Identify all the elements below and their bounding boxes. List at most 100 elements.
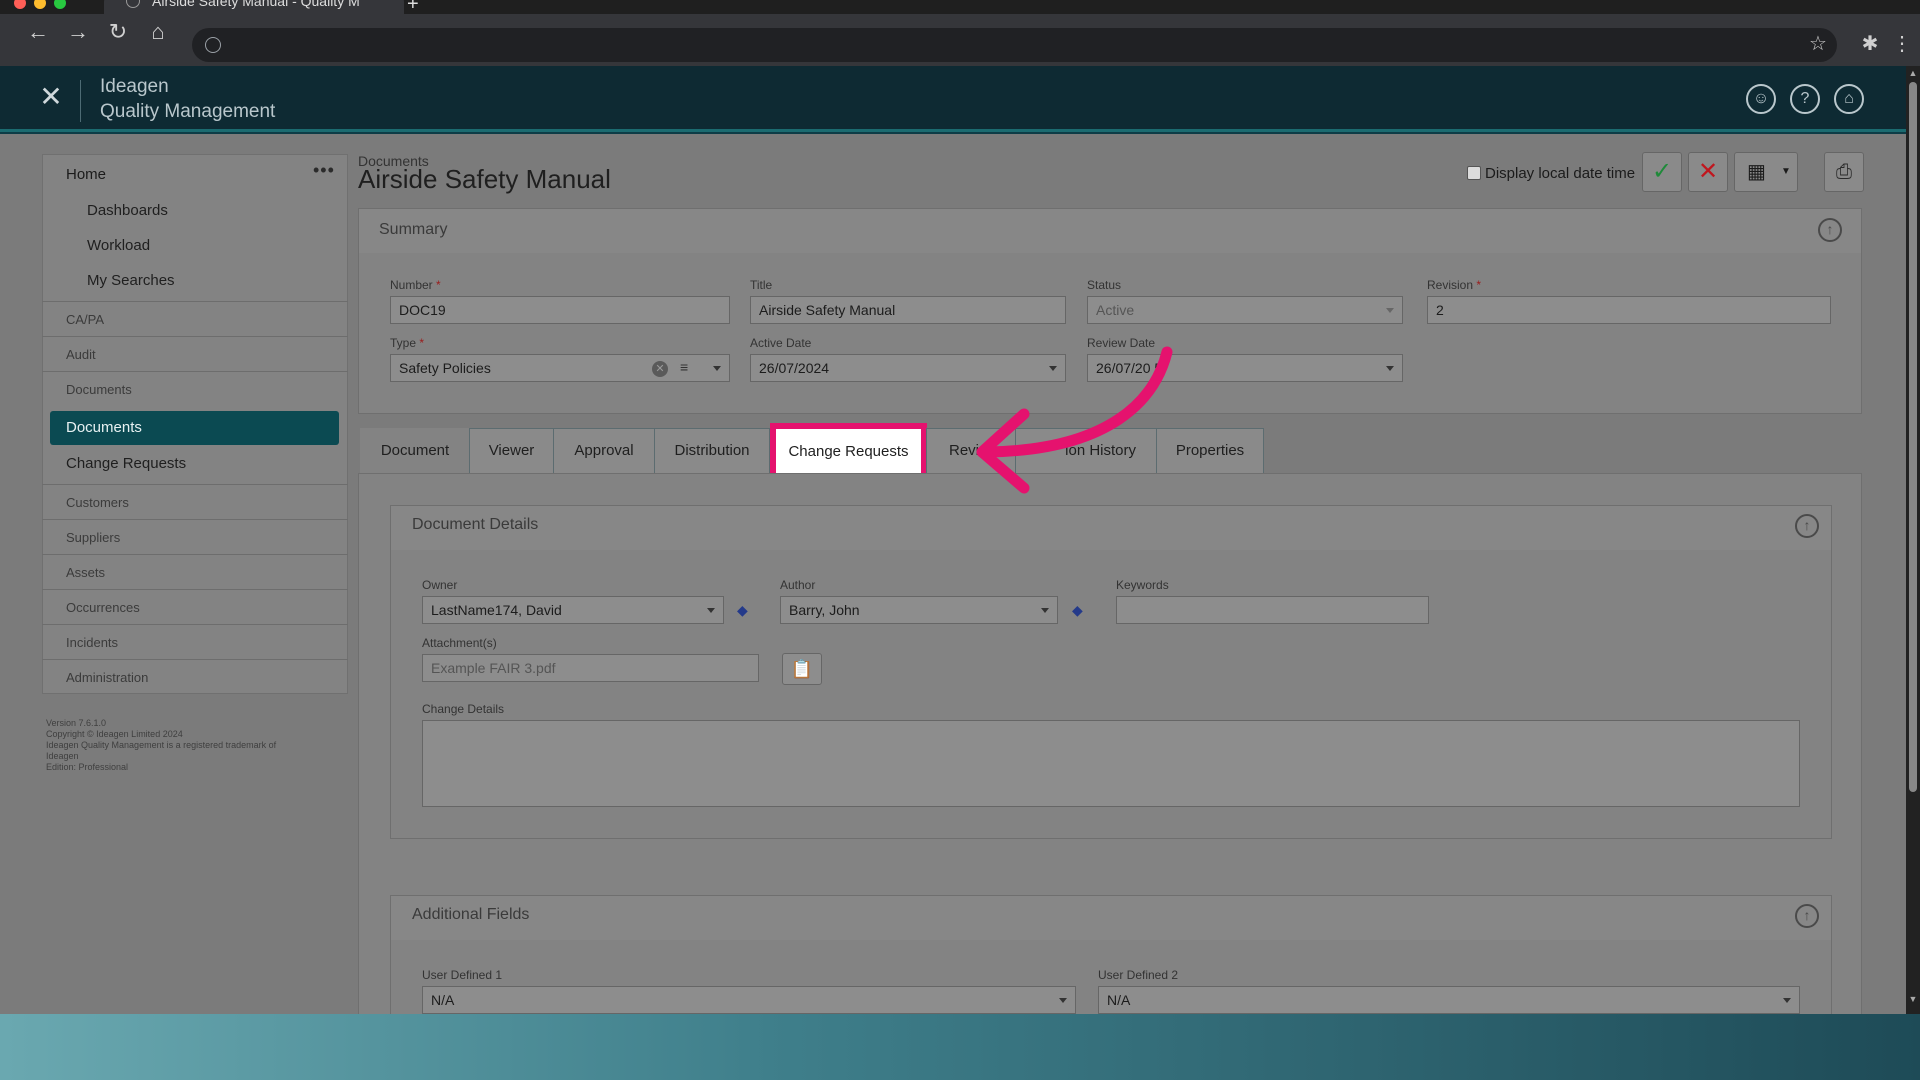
browser-tab[interactable]: Airside Safety Manual - Quality M	[104, 0, 404, 14]
printer-icon: ⎙	[1836, 161, 1852, 183]
title-label: Title	[750, 278, 773, 292]
clipboard-icon: 📋	[790, 659, 814, 679]
save-check-button[interactable]: ✓	[1642, 152, 1682, 192]
home-icon[interactable]: ⌂	[140, 14, 176, 50]
number-field[interactable]: DOC19	[390, 296, 730, 324]
tab-viewer[interactable]: Viewer	[469, 428, 554, 474]
address-bar[interactable]	[192, 28, 1837, 62]
chevron-down-icon[interactable]	[713, 366, 721, 371]
author-value: Barry, John	[789, 602, 860, 618]
chevron-down-icon	[1386, 366, 1394, 371]
author-select[interactable]: Barry, John	[780, 596, 1058, 624]
new-tab-button[interactable]: +	[407, 0, 419, 14]
keywords-input[interactable]	[1116, 596, 1429, 624]
brand-product-name: Quality Management	[100, 101, 276, 122]
sidebar-section-assets[interactable]: Assets	[42, 554, 348, 589]
chevron-down-icon	[1783, 998, 1791, 1003]
attachments-field[interactable]: Example FAIR 3.pdf	[422, 654, 759, 682]
tab-approval[interactable]: Approval	[553, 428, 655, 474]
document-details-header: Document Details	[412, 516, 539, 533]
annotation-arrow-icon	[976, 346, 1173, 494]
cancel-button[interactable]: ✕	[1688, 152, 1728, 192]
eraser-icon[interactable]: ◆	[737, 602, 753, 618]
collapse-up-icon[interactable]: ↑	[1795, 904, 1819, 928]
sidebar-section-customers[interactable]: Customers	[42, 484, 348, 519]
attachment-upload-button[interactable]: 📋	[782, 653, 822, 685]
back-icon[interactable]: ←	[20, 14, 56, 50]
sidebar-item-documents[interactable]: Documents	[50, 411, 339, 445]
change-details-textarea[interactable]	[422, 720, 1800, 807]
eraser-icon[interactable]: ◆	[1072, 602, 1088, 618]
collapse-up-icon[interactable]: ↑	[1818, 218, 1842, 242]
author-label: Author	[780, 578, 816, 592]
more-options-icon[interactable]: •••	[313, 160, 335, 181]
bookmark-star-icon[interactable]: ☆	[1804, 30, 1832, 58]
user-defined-2-select[interactable]: N/A	[1098, 986, 1800, 1014]
sidebar-section-audit[interactable]: Audit	[42, 336, 348, 371]
summary-header-bar	[359, 209, 1861, 253]
owner-select[interactable]: LastName174, David	[422, 596, 724, 624]
sidebar-item-dashboards[interactable]: Dashboards	[87, 202, 168, 219]
type-label: Type *	[390, 336, 425, 350]
owner-value: LastName174, David	[431, 602, 562, 618]
sidebar-item-my-searches[interactable]: My Searches	[87, 272, 175, 289]
grid-menu-button[interactable]: ▦ ▼	[1734, 152, 1798, 192]
sidebar-section-documents[interactable]: Documents	[42, 371, 348, 406]
sidebar-section-occurrences[interactable]: Occurrences	[42, 589, 348, 624]
tab-document[interactable]: Document	[360, 428, 470, 474]
close-icon[interactable]: ✕	[36, 82, 66, 112]
site-info-icon[interactable]	[205, 37, 221, 53]
forward-icon[interactable]: →	[60, 14, 96, 50]
trademark-text: Ideagen Quality Management is a register…	[46, 740, 277, 750]
scroll-down-icon[interactable]: ▼	[1906, 994, 1920, 1006]
help-icon[interactable]: ?	[1790, 84, 1820, 114]
sidebar-section-capa[interactable]: CA/PA	[42, 301, 348, 336]
collapse-up-icon[interactable]: ↑	[1795, 514, 1819, 538]
list-icon[interactable]: ≡	[680, 359, 688, 375]
user-defined-2-value: N/A	[1107, 992, 1131, 1008]
tab-distribution[interactable]: Distribution	[654, 428, 770, 474]
tab-change-requests[interactable]: Change Requests	[770, 423, 927, 480]
version-text: Version 7.6.1.0	[46, 718, 107, 728]
revision-field[interactable]: 2	[1427, 296, 1831, 324]
user-profile-icon[interactable]: ☺	[1746, 84, 1776, 114]
sidebar-section-incidents[interactable]: Incidents	[42, 624, 348, 659]
sidebar-item-workload[interactable]: Workload	[87, 237, 150, 254]
print-button[interactable]: ⎙	[1824, 152, 1864, 192]
sidebar-item-home[interactable]: Home	[66, 166, 106, 183]
sidebar-section-suppliers[interactable]: Suppliers	[42, 519, 348, 554]
edition-text: Edition: Professional	[46, 762, 129, 772]
browser-menu-icon[interactable]: ⋮	[1888, 30, 1916, 58]
cross-icon: ✕	[1697, 158, 1719, 185]
check-icon: ✓	[1651, 158, 1673, 185]
user-defined-1-select[interactable]: N/A	[422, 986, 1076, 1014]
chevron-down-icon	[1041, 608, 1049, 613]
copyright-text: Copyright © Ideagen Limited 2024	[46, 729, 183, 739]
desktop-background	[0, 1014, 1920, 1080]
type-select[interactable]: Safety Policies ✕ ≡	[390, 354, 730, 382]
user-defined-1-label: User Defined 1	[422, 968, 503, 982]
sidebar-item-change-requests[interactable]: Change Requests	[66, 455, 186, 472]
attachments-label: Attachment(s)	[422, 636, 497, 650]
clear-icon[interactable]: ✕	[652, 361, 668, 377]
app-header	[0, 66, 1920, 132]
status-select[interactable]: Active	[1087, 296, 1403, 324]
home-nav-icon[interactable]: ⌂	[1834, 84, 1864, 114]
number-label: Number *	[390, 278, 441, 292]
reload-icon[interactable]: ↻	[100, 14, 136, 50]
active-date-label: Active Date	[750, 336, 812, 350]
extensions-icon[interactable]: ✱	[1856, 30, 1884, 58]
display-local-date-checkbox[interactable]	[1467, 166, 1481, 180]
scrollbar-thumb[interactable]	[1909, 82, 1917, 792]
sidebar-section-administration[interactable]: Administration	[42, 659, 348, 694]
user-defined-1-value: N/A	[431, 992, 455, 1008]
title-field[interactable]: Airside Safety Manual	[750, 296, 1066, 324]
scroll-up-icon[interactable]: ▲	[1906, 68, 1920, 80]
additional-fields-header: Additional Fields	[412, 906, 530, 923]
summary-header: Summary	[379, 221, 448, 238]
chevron-down-icon	[707, 608, 715, 613]
status-label: Status	[1087, 278, 1122, 292]
chevron-down-icon	[1059, 998, 1067, 1003]
user-defined-2-label: User Defined 2	[1098, 968, 1179, 982]
type-value: Safety Policies	[399, 360, 491, 376]
